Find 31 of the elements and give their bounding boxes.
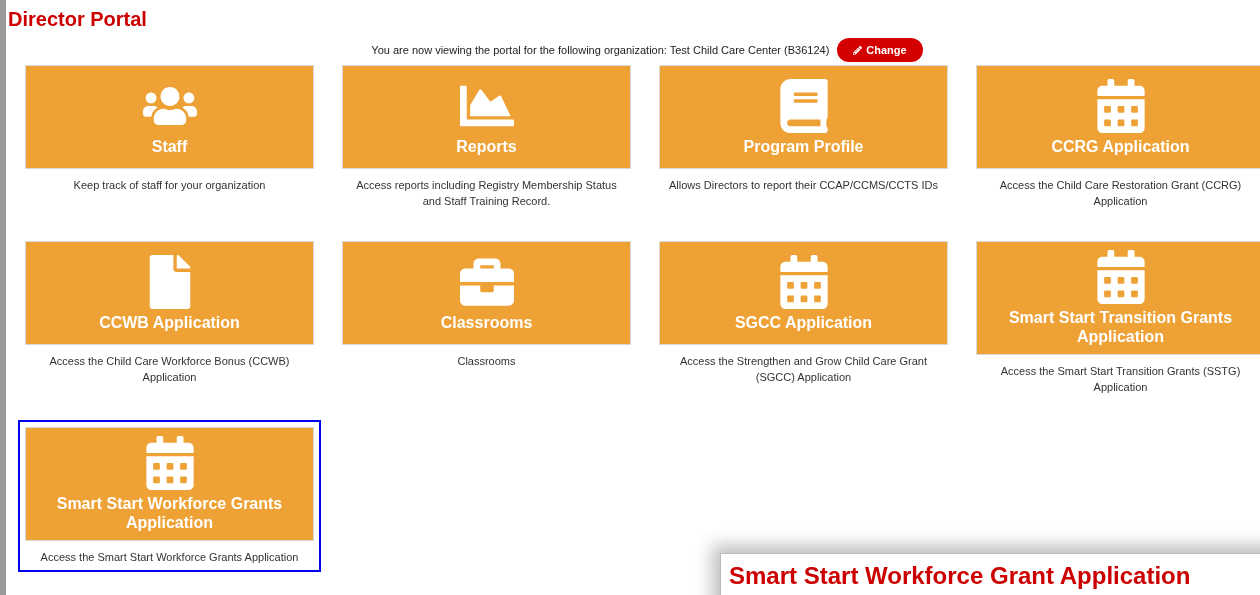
tile-title: Reports <box>456 136 517 156</box>
tile-title: CCWB Application <box>99 312 240 332</box>
portal-tile[interactable]: Reports Access reports including Registry Membership Status and Staff Training Record. <box>335 58 638 216</box>
organization-notice: You are now viewing the portal for the following organization: Test Child Care Center (B36124) <box>371 42 830 58</box>
portal-tile[interactable]: Smart Start Workforce Grants Application Access the Smart Start Workforce Grants Application <box>18 420 321 572</box>
tile-description: Access the Child Care Workforce Bonus (CCWB) Application <box>48 354 291 385</box>
tile-description: Allows Directors to report their CCAP/CCMS/CCTS IDs <box>668 178 939 193</box>
portal-tile[interactable]: Staff Keep track of staff for your organization <box>18 58 321 200</box>
portal-tile[interactable]: SGCC Application Access the Strengthen and Grow Child Care Grant (SGCC) Application <box>652 234 955 392</box>
portal-tile[interactable]: Classrooms Classrooms <box>335 234 638 376</box>
tile-description: Access the Smart Start Transition Grants (SSTG) Application <box>999 364 1242 395</box>
tile-title: Smart Start Workforce Grants Application <box>55 494 284 532</box>
tile-title: Staff <box>151 136 188 156</box>
portal-tile[interactable]: Smart Start Transition Grants Application Access the Smart Start Transition Grants (SSTG) Application <box>969 234 1260 402</box>
tile-description: Access the Smart Start Workforce Grants Application <box>39 550 300 565</box>
overlay-title: Smart Start Workforce Grant Application <box>729 562 1191 589</box>
tile-description: Keep track of staff for your organization <box>72 178 267 193</box>
pencil-icon <box>853 45 863 55</box>
tile-description: Access reports including Registry Membership Status and Staff Training Record. <box>355 178 618 209</box>
tile-title: SGCC Application <box>734 312 873 332</box>
tile-description: Access the Strengthen and Grow Child Care Grant (SGCC) Application <box>679 354 928 385</box>
portal-tile[interactable]: CCWB Application Access the Child Care Workforce Bonus (CCWB) Application <box>18 234 321 392</box>
tile-description: Classrooms <box>456 354 517 369</box>
tile-title: Classrooms <box>440 312 533 332</box>
tile-title: Program Profile <box>743 136 864 156</box>
tile-description: Access the Child Care Restoration Grant (CCRG) Application <box>998 178 1243 209</box>
tile-title: Smart Start Transition Grants Application <box>1007 308 1234 346</box>
tile-title: CCRG Application <box>1051 136 1190 156</box>
portal-tile[interactable]: CCRG Application Access the Child Care Restoration Grant (CCRG) Application <box>969 58 1260 216</box>
change-button[interactable]: Change <box>837 38 923 62</box>
page-title: Director Portal <box>7 7 148 31</box>
